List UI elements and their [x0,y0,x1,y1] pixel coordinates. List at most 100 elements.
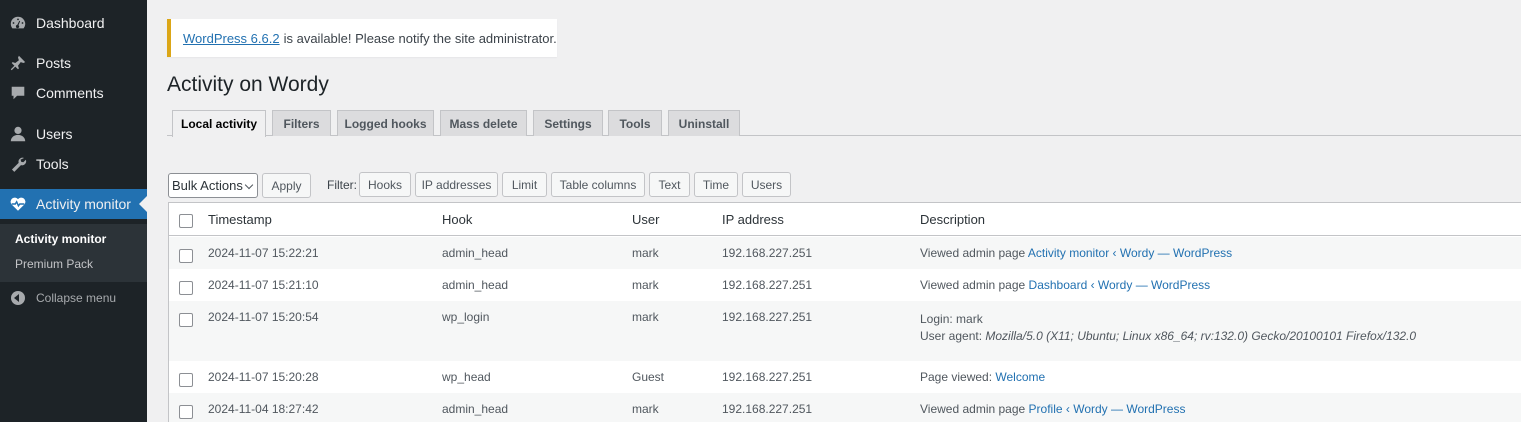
tab-bar: Local activity Filters Logged hooks Mass… [167,109,1521,137]
column-header-user[interactable]: User [632,212,659,227]
description-text: Viewed admin page [920,278,1026,292]
submenu-item-activity-monitor[interactable]: Activity monitor [15,232,106,246]
menu-label: Users [36,126,73,142]
cell-ip: 192.168.227.251 [722,246,813,260]
row-checkbox[interactable] [179,373,193,387]
column-header-ip-address[interactable]: IP address [722,212,784,227]
chevron-down-icon [244,180,254,190]
page-title: Activity on Wordy [167,73,329,96]
collapse-menu-button[interactable]: Collapse menu [0,286,147,310]
user-icon [0,125,36,143]
collapse-menu-label: Collapse menu [36,291,117,305]
table-row: 2024-11-04 18:27:42 admin_head mark 192.… [169,393,1521,422]
bulk-actions-value: Bulk Actions [172,178,243,193]
row-checkbox[interactable] [179,281,193,295]
apply-button[interactable]: Apply [262,173,311,198]
tab-tools[interactable]: Tools [608,110,662,136]
menu-label: Dashboard [36,15,105,31]
filter-table-columns-button[interactable]: Table columns [551,172,645,197]
cell-hook: admin_head [442,246,509,260]
description-link[interactable]: Welcome [995,370,1045,384]
menu-label: Posts [36,55,72,71]
description-link[interactable]: Activity monitor ‹ Wordy — WordPress [1028,246,1232,260]
description-text: Viewed admin page [920,402,1026,416]
cell-hook: wp_head [442,370,491,384]
activity-monitor-submenu: Activity monitor Premium Pack [0,224,147,282]
cell-description-user-agent: User agent: Mozilla/5.0 (X11; Ubuntu; Li… [920,329,1416,343]
table-row: 2024-11-07 15:20:28 wp_head Guest 192.16… [169,361,1521,393]
pin-icon [0,54,36,72]
menu-item-users[interactable]: Users [0,119,147,149]
cell-timestamp: 2024-11-07 15:21:10 [208,278,319,292]
cell-user: mark [632,402,659,416]
update-notice: WordPress 6.6.2 is available! Please not… [167,19,557,57]
activity-table: Timestamp Hook User IP address Descripti… [168,202,1521,422]
cell-hook: admin_head [442,278,509,292]
menu-label: Tools [36,156,69,172]
filter-users-button[interactable]: Users [742,172,791,197]
cell-timestamp: 2024-11-07 15:20:28 [208,370,319,384]
cell-timestamp: 2024-11-07 15:20:54 [208,310,319,324]
tab-settings[interactable]: Settings [533,110,603,136]
table-row: 2024-11-07 15:22:21 admin_head mark 192.… [169,237,1521,269]
tab-local-activity[interactable]: Local activity [172,110,266,137]
user-agent-label: User agent: [920,329,983,343]
tab-logged-hooks[interactable]: Logged hooks [337,110,434,136]
menu-label: Activity monitor [36,196,131,212]
select-all-checkbox[interactable] [179,214,193,228]
cell-description: Viewed admin page Activity monitor ‹ Wor… [920,246,1232,260]
filter-limit-button[interactable]: Limit [502,172,547,197]
column-header-description[interactable]: Description [920,212,985,227]
row-checkbox[interactable] [179,313,193,327]
table-row: 2024-11-07 15:21:10 admin_head mark 192.… [169,269,1521,301]
description-text: Page viewed: [920,370,993,384]
menu-item-activity-monitor[interactable]: Activity monitor [0,189,147,219]
cell-timestamp: 2024-11-04 18:27:42 [208,402,319,416]
heart-pulse-icon [0,195,36,213]
tab-uninstall[interactable]: Uninstall [668,110,740,136]
filter-text-button[interactable]: Text [649,172,690,197]
description-link[interactable]: Dashboard ‹ Wordy — WordPress [1029,278,1211,292]
column-header-timestamp[interactable]: Timestamp [208,212,272,227]
wrench-icon [0,155,36,173]
cell-description: Viewed admin page Profile ‹ Wordy — Word… [920,402,1185,416]
row-checkbox[interactable] [179,249,193,263]
filter-time-button[interactable]: Time [694,172,738,197]
column-header-hook[interactable]: Hook [442,212,472,227]
table-header: Timestamp Hook User IP address Descripti… [169,203,1521,236]
menu-label: Comments [36,85,104,101]
cell-description: Page viewed: Welcome [920,370,1045,384]
tab-mass-delete[interactable]: Mass delete [440,110,527,136]
cell-description: Viewed admin page Dashboard ‹ Wordy — Wo… [920,278,1210,292]
filter-hooks-button[interactable]: Hooks [359,172,411,197]
description-link[interactable]: Profile ‹ Wordy — WordPress [1029,402,1186,416]
cell-ip: 192.168.227.251 [722,370,813,384]
cell-ip: 192.168.227.251 [722,402,813,416]
cell-hook: admin_head [442,402,509,416]
collapse-arrow-icon [0,291,36,305]
cell-user: mark [632,310,659,324]
comment-icon [0,84,36,102]
user-agent-value: Mozilla/5.0 (X11; Ubuntu; Linux x86_64; … [985,329,1417,343]
wordpress-update-link[interactable]: WordPress 6.6.2 [183,31,280,46]
submenu-item-premium-pack[interactable]: Premium Pack [15,257,93,271]
cell-ip: 192.168.227.251 [722,310,813,324]
menu-item-comments[interactable]: Comments [0,78,147,108]
cell-user: Guest [632,370,665,384]
menu-item-posts[interactable]: Posts [0,48,147,78]
admin-sidebar: Dashboard Posts Comments Users Tools Act… [0,0,147,422]
filter-ip-addresses-button[interactable]: IP addresses [415,172,498,197]
dashboard-icon [0,14,36,32]
filter-label: Filter: [327,178,357,192]
update-notice-text: is available! Please notify the site adm… [283,30,557,46]
row-checkbox[interactable] [179,405,193,419]
cell-user: mark [632,246,659,260]
cell-ip: 192.168.227.251 [722,278,813,292]
cell-timestamp: 2024-11-07 15:22:21 [208,246,319,260]
menu-item-dashboard[interactable]: Dashboard [0,8,147,38]
cell-user: mark [632,278,659,292]
description-text: Viewed admin page [920,246,1026,260]
menu-item-tools[interactable]: Tools [0,149,147,179]
bulk-actions-select[interactable]: Bulk Actions [168,173,258,198]
tab-filters[interactable]: Filters [272,110,331,136]
